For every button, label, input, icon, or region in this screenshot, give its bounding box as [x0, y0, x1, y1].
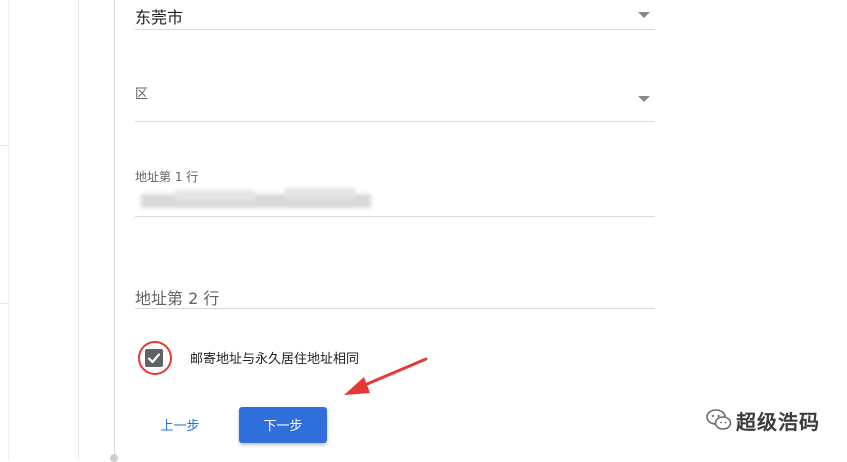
left-rail-tick — [0, 145, 8, 146]
left-rail-divider — [8, 0, 9, 459]
left-rail-tick — [0, 303, 8, 304]
mailing-same-checkbox[interactable] — [138, 341, 172, 375]
address-line1-field[interactable]: 地址第 1 行 — [135, 166, 655, 217]
watermark-text: 超级浩码 — [736, 410, 820, 434]
nav-column-divider — [78, 0, 79, 459]
checkbox-box[interactable] — [145, 349, 163, 367]
dropdown-caret-icon — [638, 96, 650, 102]
form-card-edge — [114, 0, 115, 459]
address-line2-placeholder: 地址第 2 行 — [135, 289, 220, 308]
checkmark-icon — [147, 353, 161, 364]
address-line1-underline — [135, 216, 655, 217]
address-line2-underline — [135, 308, 655, 309]
wechat-logo-icon — [706, 409, 732, 430]
district-select[interactable]: 区 — [135, 80, 655, 122]
dropdown-caret-icon — [638, 12, 650, 18]
mailing-same-label: 邮寄地址与永久居住地址相同 — [190, 352, 360, 367]
wechat-watermark: 超级浩码 — [706, 404, 826, 440]
address-line2-field[interactable]: 地址第 2 行 — [135, 282, 655, 309]
back-button[interactable]: 上一步 — [145, 410, 215, 440]
annotation-arrow-icon — [344, 357, 428, 395]
scroll-indicator — [110, 454, 118, 462]
district-select-label: 区 — [135, 87, 149, 102]
next-button[interactable]: 下一步 — [239, 407, 327, 443]
city-select-underline — [135, 29, 655, 30]
district-select-underline — [135, 121, 655, 122]
city-select[interactable]: 东莞市 — [135, 0, 655, 30]
address-line1-label: 地址第 1 行 — [135, 170, 199, 184]
city-select-value: 东莞市 — [135, 8, 184, 27]
